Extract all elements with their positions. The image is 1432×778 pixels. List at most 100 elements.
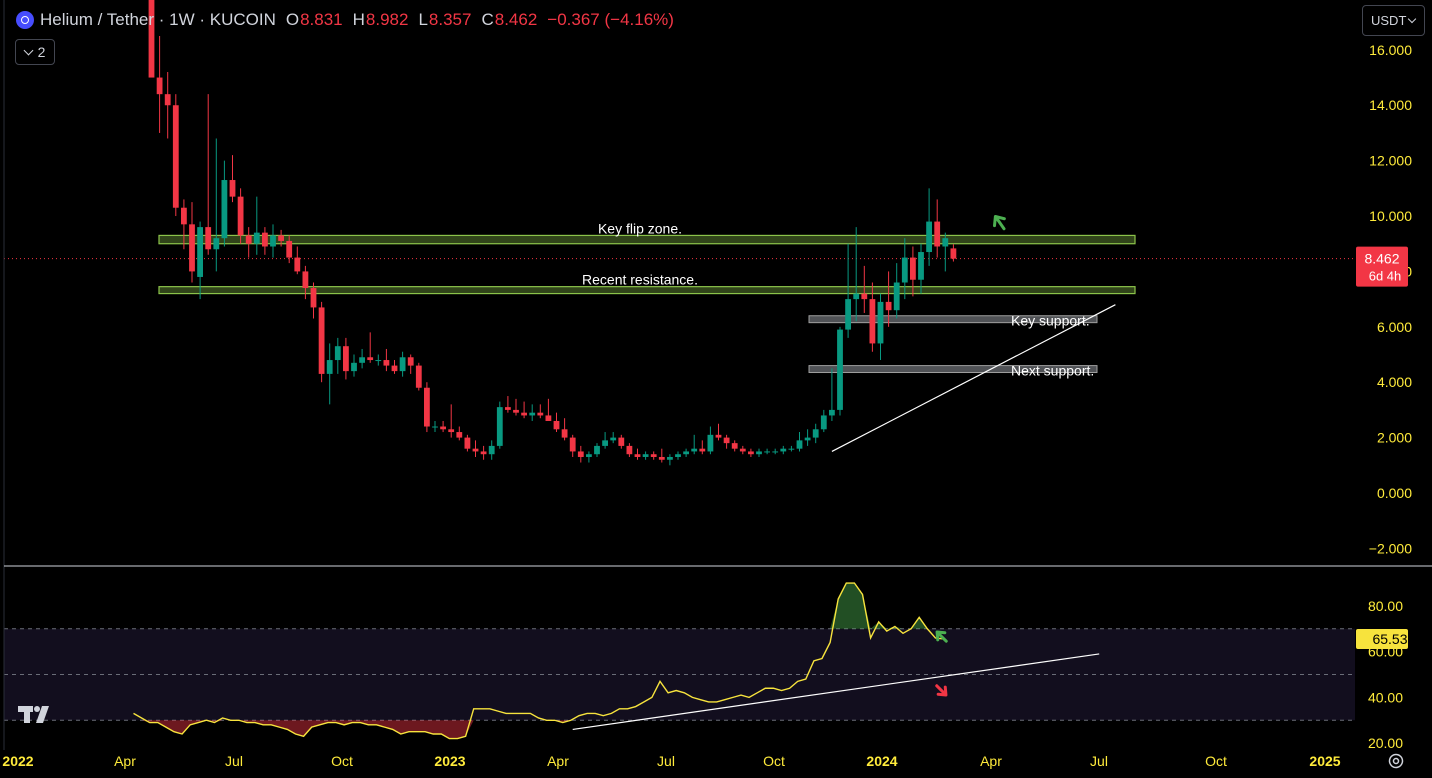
candle-up bbox=[804, 429, 811, 446]
candle-body bbox=[602, 440, 608, 446]
candle-down bbox=[294, 246, 301, 275]
candle-body bbox=[488, 445, 495, 455]
tradingview-logo[interactable] bbox=[18, 706, 58, 726]
price-tick-label: 10.000 bbox=[1369, 208, 1412, 224]
candle-body bbox=[334, 346, 341, 361]
candle-body bbox=[675, 454, 681, 457]
chart-settings-button[interactable] bbox=[1385, 750, 1407, 772]
time-tick-label: Jul bbox=[657, 753, 675, 769]
price-badge: 8.462 6d 4h bbox=[1356, 246, 1408, 287]
candle-up bbox=[691, 434, 698, 455]
bar-countdown: 6d 4h bbox=[1369, 269, 1402, 284]
candle-body bbox=[278, 235, 284, 241]
zone-label: Key flip zone. bbox=[598, 220, 682, 236]
candles-layer[interactable] bbox=[148, 0, 957, 466]
candle-body bbox=[367, 357, 374, 361]
symbol-title[interactable]: Helium / Tether · 1W · KUCOIN bbox=[40, 10, 276, 30]
candle-body bbox=[286, 240, 293, 258]
candle-body bbox=[731, 443, 738, 449]
candle-down bbox=[537, 404, 544, 419]
candle-body bbox=[456, 432, 463, 438]
candle-body bbox=[893, 282, 900, 311]
candle-down bbox=[367, 332, 374, 363]
candle-body bbox=[845, 299, 851, 330]
candle-up bbox=[707, 426, 714, 455]
candle-up bbox=[667, 454, 673, 466]
candle-up bbox=[351, 354, 357, 377]
time-tick-label: Apr bbox=[547, 753, 569, 769]
candle-down bbox=[318, 301, 325, 383]
candle-body bbox=[618, 437, 625, 446]
indicator-count: 2 bbox=[37, 44, 46, 60]
close-label: C bbox=[481, 10, 494, 29]
candle-up bbox=[594, 443, 600, 457]
candle-down bbox=[343, 337, 349, 380]
candle-body bbox=[229, 180, 236, 197]
candle-body bbox=[707, 434, 714, 452]
time-tick-label: Apr bbox=[114, 753, 136, 769]
candle-up bbox=[788, 445, 795, 452]
candle-body bbox=[205, 227, 212, 250]
high-value: 8.982 bbox=[365, 10, 409, 29]
candle-body bbox=[553, 420, 560, 430]
time-tick-label: Apr bbox=[980, 753, 1002, 769]
helium-coin-icon bbox=[16, 11, 34, 29]
candle-up bbox=[496, 401, 503, 449]
symbol-legend: Helium / Tether · 1W · KUCOIN O 8.831 H 8.… bbox=[16, 9, 674, 31]
candle-down bbox=[172, 94, 179, 217]
candle-down bbox=[658, 448, 665, 463]
currency-label: USDT bbox=[1371, 13, 1407, 28]
candle-down bbox=[424, 382, 430, 433]
support-label: Next support. bbox=[1011, 363, 1094, 379]
candle-down bbox=[553, 412, 560, 433]
gear-icon bbox=[1388, 753, 1404, 769]
candle-down bbox=[245, 227, 252, 258]
price-tick-label: 4.000 bbox=[1377, 374, 1412, 390]
candle-down bbox=[934, 199, 941, 258]
low-value: 8.357 bbox=[428, 10, 472, 29]
candle-body bbox=[586, 454, 592, 457]
candle-down bbox=[618, 434, 625, 449]
candle-down bbox=[156, 36, 163, 133]
candle-body bbox=[658, 456, 665, 460]
candle-down bbox=[229, 155, 236, 203]
candle-down bbox=[545, 398, 552, 421]
candle-body bbox=[699, 448, 706, 452]
candle-body bbox=[480, 451, 487, 455]
candle-up bbox=[837, 326, 843, 416]
open-label: O bbox=[285, 10, 300, 29]
high-label: H bbox=[352, 10, 365, 29]
candle-body bbox=[950, 248, 957, 259]
candle-up bbox=[399, 351, 406, 377]
chevron-down-icon bbox=[1407, 14, 1417, 24]
support-label: Key support. bbox=[1011, 313, 1090, 329]
candle-body bbox=[837, 329, 843, 410]
candle-body bbox=[918, 252, 924, 280]
price-tick-label: 0.000 bbox=[1377, 485, 1412, 501]
candle-body bbox=[642, 454, 649, 457]
candle-up bbox=[683, 448, 689, 457]
candle-down bbox=[164, 72, 171, 139]
candle-body bbox=[820, 415, 827, 430]
time-tick-label: Oct bbox=[1205, 753, 1227, 769]
candle-down bbox=[513, 398, 519, 416]
candle-body bbox=[270, 235, 276, 247]
candle-body bbox=[626, 445, 633, 455]
candle-down bbox=[650, 451, 657, 460]
candle-body bbox=[326, 360, 333, 374]
candle-up bbox=[334, 337, 341, 374]
currency-select[interactable]: USDT bbox=[1362, 5, 1425, 36]
candle-body bbox=[181, 207, 187, 225]
collapse-indicators-button[interactable]: 2 bbox=[15, 39, 55, 65]
price-tick-label: −2.000 bbox=[1369, 540, 1412, 556]
candle-body bbox=[424, 387, 430, 427]
candle-body bbox=[343, 346, 349, 372]
candle-body bbox=[650, 454, 657, 457]
candle-body bbox=[537, 412, 544, 416]
candle-body bbox=[237, 196, 244, 236]
candle-up bbox=[893, 263, 900, 319]
rsi-tick-label: 40.00 bbox=[1368, 689, 1403, 705]
candle-body bbox=[156, 77, 163, 95]
candle-body bbox=[221, 180, 228, 239]
change-value: −0.367 (−4.16%) bbox=[547, 10, 674, 29]
